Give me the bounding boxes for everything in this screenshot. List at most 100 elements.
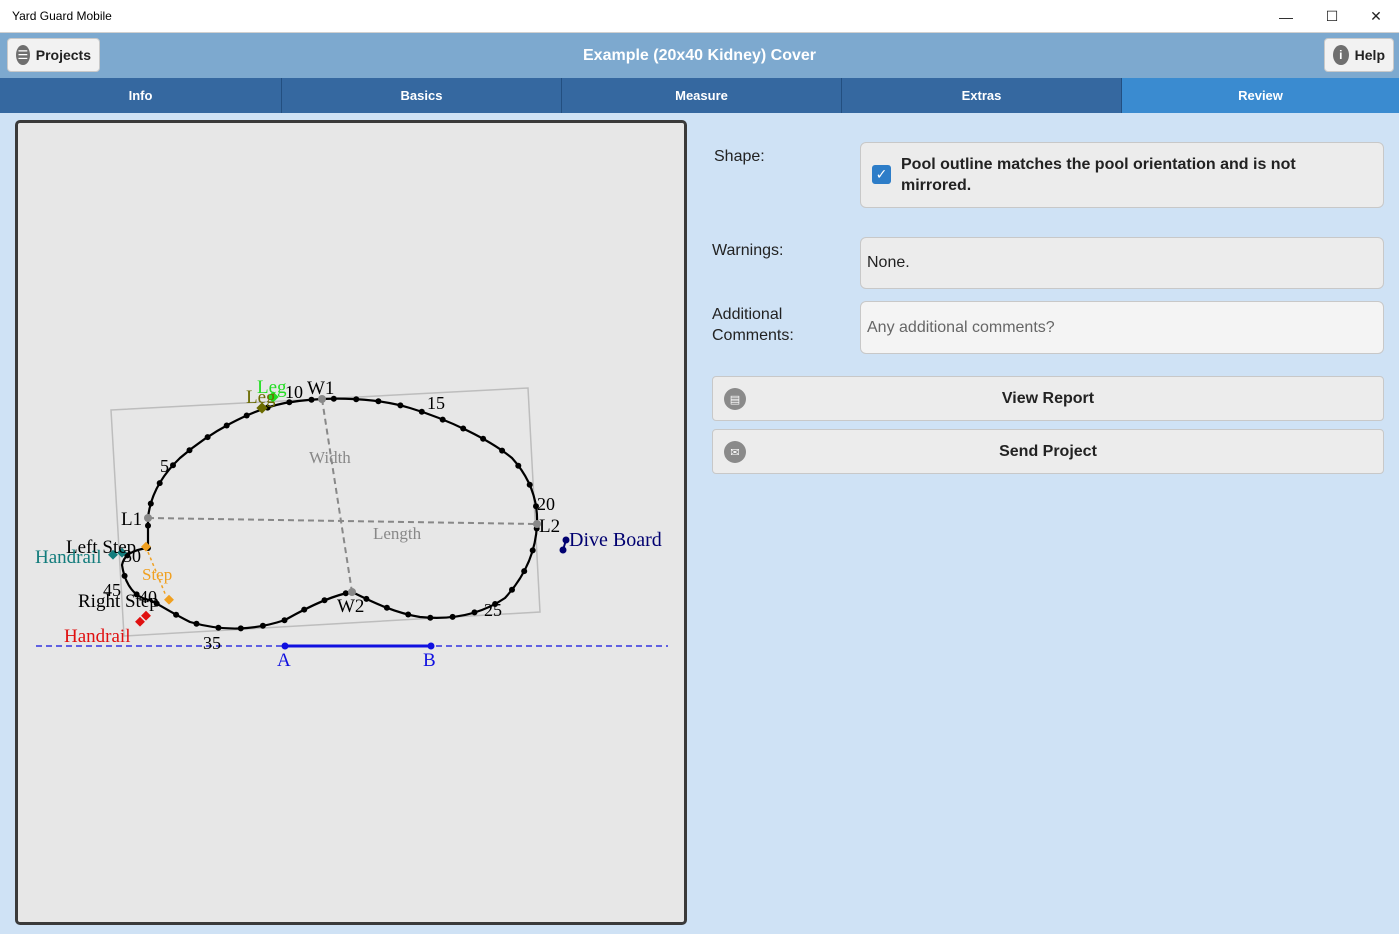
point-35-label: 35 [203,633,221,653]
view-report-label: View Report [1001,390,1095,407]
outline-point[interactable] [147,500,154,507]
outline-point[interactable] [449,613,456,620]
shape-check-box: ✓ Pool outline matches the pool orientat… [860,142,1384,208]
shape-checkbox[interactable]: ✓ [872,165,891,184]
l2-label: L2 [539,516,560,537]
outline-point[interactable] [418,408,425,415]
outline-point[interactable] [509,586,515,593]
comments-label-line1: Additional [712,306,783,323]
tab-extras[interactable]: Extras [842,78,1122,113]
width-guide [321,398,353,593]
view-report-button[interactable]: ▤ View Report [712,376,1384,421]
l1-label: L1 [121,509,142,530]
right-step-label: Right Step [78,591,159,612]
outline-point[interactable] [439,416,446,423]
w1-label: W1 [307,378,334,399]
outline-point[interactable] [383,604,390,611]
pool-diagram: W1 W2 L1 L2 Width Length 5 10 15 20 25 3… [35,377,668,671]
outline-point[interactable] [375,398,382,405]
outline-point[interactable] [145,522,151,529]
outline-point[interactable] [259,622,266,629]
comments-label-line2: Comments: [712,327,794,344]
outline-point[interactable] [353,396,360,403]
close-button[interactable]: ✕ [1353,0,1399,33]
width-label: Width [309,448,351,467]
outline-point[interactable] [405,611,412,618]
outline-point[interactable] [480,435,487,442]
outline-point[interactable] [397,402,404,409]
outline-point[interactable] [237,625,244,632]
point-20-label: 20 [537,494,555,514]
warnings-value: None. [867,254,910,271]
handrail-red-marker-2[interactable] [141,610,151,621]
comments-input[interactable] [861,302,1383,353]
point-a-label: A [277,650,291,671]
shape-check-text: Pool outline matches the pool orientatio… [901,156,1296,194]
point-a[interactable] [281,642,289,650]
outline-point[interactable] [515,462,522,469]
send-project-button[interactable]: ✉ Send Project [712,429,1384,474]
comments-field-box [860,301,1384,354]
outline-point[interactable] [499,447,506,454]
dive-board-label: Dive Board [569,529,662,551]
point-15-label: 15 [427,393,445,413]
warnings-box: None. [860,237,1384,289]
outline-point[interactable] [321,597,328,604]
length-label: Length [373,524,422,543]
w2-label: W2 [337,596,364,617]
outline-point[interactable] [471,609,478,616]
maximize-button[interactable]: ☐ [1309,0,1355,33]
outline-point[interactable] [427,614,434,621]
pool-diagram-panel: W1 W2 L1 L2 Width Length 5 10 15 20 25 3… [15,120,687,925]
step-label: Step [142,565,172,584]
w2-marker[interactable] [348,588,356,596]
pool-outline [120,397,539,630]
outline-point[interactable] [215,624,222,631]
handrail-red-marker-1[interactable] [135,616,145,627]
outline-point[interactable] [193,620,200,627]
l1-marker[interactable] [144,514,152,522]
outline-point[interactable] [223,422,230,429]
outline-point[interactable] [186,447,193,454]
point-5-label: 5 [160,456,169,476]
outline-point[interactable] [121,572,128,579]
help-button-label: Help [1354,47,1385,63]
minimize-button[interactable]: — [1263,0,1309,33]
check-icon: ✓ [875,166,888,182]
outline-point[interactable] [173,611,180,618]
outline-point[interactable] [243,412,250,419]
tab-basics[interactable]: Basics [282,78,562,113]
leg-olive-label: Leg [246,387,276,408]
dive-board-marker-2[interactable] [559,546,567,554]
shape-label: Shape: [714,148,765,165]
tab-review[interactable]: Review [1122,78,1399,113]
page-header: ☰ Projects Example (20x40 Kidney) Cover … [0,33,1399,78]
outline-point[interactable] [521,568,528,575]
outline-point[interactable] [526,481,533,488]
outline-point[interactable] [460,425,467,432]
outline-point[interactable] [170,462,176,469]
length-guide [147,517,538,525]
outline-point[interactable] [301,606,308,613]
handrail-red-label: Handrail [64,626,130,647]
window-titlebar: Yard Guard Mobile — ☐ ✕ [0,0,1399,33]
info-icon: i [1333,45,1349,65]
tab-bar: Info Basics Measure Extras Review [0,78,1399,113]
page-title: Example (20x40 Kidney) Cover [583,47,816,64]
point-b[interactable] [427,642,435,650]
comments-label: Additional Comments: [712,304,794,346]
outline-points [121,395,540,632]
outline-point[interactable] [204,434,211,441]
point-b-label: B [423,650,436,671]
right-step-marker[interactable] [164,594,174,605]
handrail-teal-label: Handrail [35,547,101,568]
outline-point[interactable] [281,617,288,624]
warnings-label: Warnings: [712,242,784,259]
point-10-label: 10 [285,382,303,402]
tab-measure[interactable]: Measure [562,78,842,113]
tab-info[interactable]: Info [0,78,282,113]
outline-point[interactable] [156,480,163,487]
point-25-label: 25 [484,600,502,620]
outline-point[interactable] [529,547,536,554]
help-button[interactable]: i Help [1324,38,1394,72]
